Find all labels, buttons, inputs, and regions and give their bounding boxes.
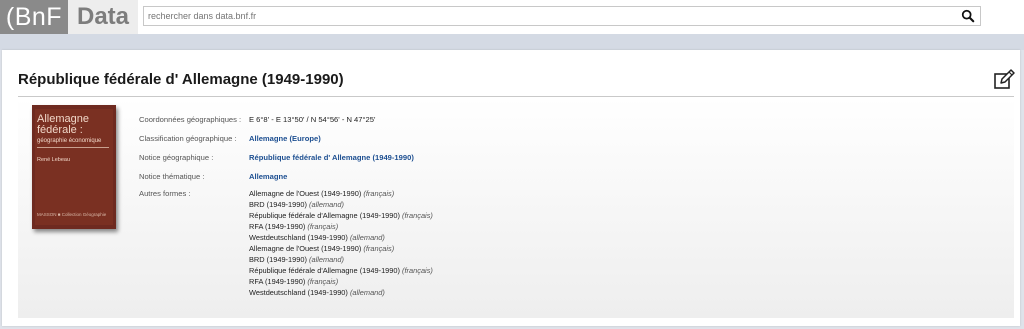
other-form-name: République fédérale d'Allemagne (1949-19… [249,266,400,275]
geo-notice-label: Notice géographique : [139,153,214,162]
book-cover[interactable]: Allemagne fédérale : géographie économiq… [32,105,116,229]
thematic-notice-label: Notice thématique : [139,172,205,181]
data-logo[interactable]: Data [68,0,138,34]
other-form-name: BRD (1949-1990) [249,200,307,209]
other-form-lang: (français) [402,266,433,275]
other-form-lang: (français) [363,244,395,253]
other-form-name: Allemagne de l'Ouest (1949-1990) [249,189,362,198]
other-form-name: Westdeutschland (1949-1990) [249,288,348,297]
header-strip [0,34,1024,50]
bnf-logo[interactable]: (BnF [0,0,68,34]
other-form-lang: (allemand) [349,288,385,297]
other-form-item: BRD (1949-1990) (allemand) [249,200,344,209]
other-form-lang: (allemand) [309,200,344,209]
other-form-item: BRD (1949-1990) (allemand) [249,255,344,264]
other-form-item: République fédérale d'Allemagne (1949-19… [249,266,433,275]
other-form-lang: (allemand) [309,255,344,264]
other-form-lang: (français) [402,211,433,220]
other-form-name: RFA (1949-1990) [249,222,306,231]
other-form-lang: (français) [363,189,395,198]
other-forms-label: Autres formes : [139,189,191,198]
thematic-notice-link[interactable]: Allemagne [249,172,287,181]
search-input[interactable] [146,7,950,25]
other-form-lang: (allemand) [349,233,385,242]
other-form-item: RFA (1949-1990) (français) [249,277,338,286]
page-title: République fédérale d' Allemagne (1949-1… [18,71,344,88]
other-form-lang: (français) [307,222,339,231]
other-form-name: Westdeutschland (1949-1990) [249,233,348,242]
other-form-item: République fédérale d'Allemagne (1949-19… [249,211,433,220]
cover-author: René Lebeau [37,157,71,163]
classification-label: Classification géographique : [139,134,237,143]
cover-divider [37,147,109,148]
coords-value: E 6°8' - E 13°50' / N 54°56' - N 47°25' [249,115,376,124]
other-form-item: Allemagne de l'Ouest (1949-1990) (frança… [249,244,394,253]
title-divider [18,96,1014,97]
coords-label: Coordonnées géographiques : [139,115,242,124]
other-form-item: RFA (1949-1990) (français) [249,222,338,231]
classification-link[interactable]: Allemagne (Europe) [249,134,321,143]
other-form-name: BRD (1949-1990) [249,255,307,264]
other-form-item: Allemagne de l'Ouest (1949-1990) (frança… [249,189,394,198]
other-form-item: Westdeutschland (1949-1990) (allemand) [249,233,385,242]
search-bar [143,6,981,26]
record-panel: République fédérale d' Allemagne (1949-1… [2,50,1020,326]
cover-title: Allemagne fédérale : [37,113,89,136]
search-icon[interactable] [960,9,976,23]
other-form-name: République fédérale d'Allemagne (1949-19… [249,211,400,220]
record-content: Allemagne fédérale : géographie économiq… [18,98,1014,318]
edit-icon[interactable] [993,69,1015,91]
geo-notice-link[interactable]: République fédérale d' Allemagne (1949-1… [249,153,414,162]
cover-publisher: MASSON ■ Collection Géographie [37,212,107,217]
top-bar: (BnF Data [0,0,1024,34]
other-form-name: RFA (1949-1990) [249,277,306,286]
other-form-item: Westdeutschland (1949-1990) (allemand) [249,288,385,297]
cover-subtitle: géographie économique [37,138,102,144]
other-form-name: Allemagne de l'Ouest (1949-1990) [249,244,362,253]
other-form-lang: (français) [307,277,339,286]
